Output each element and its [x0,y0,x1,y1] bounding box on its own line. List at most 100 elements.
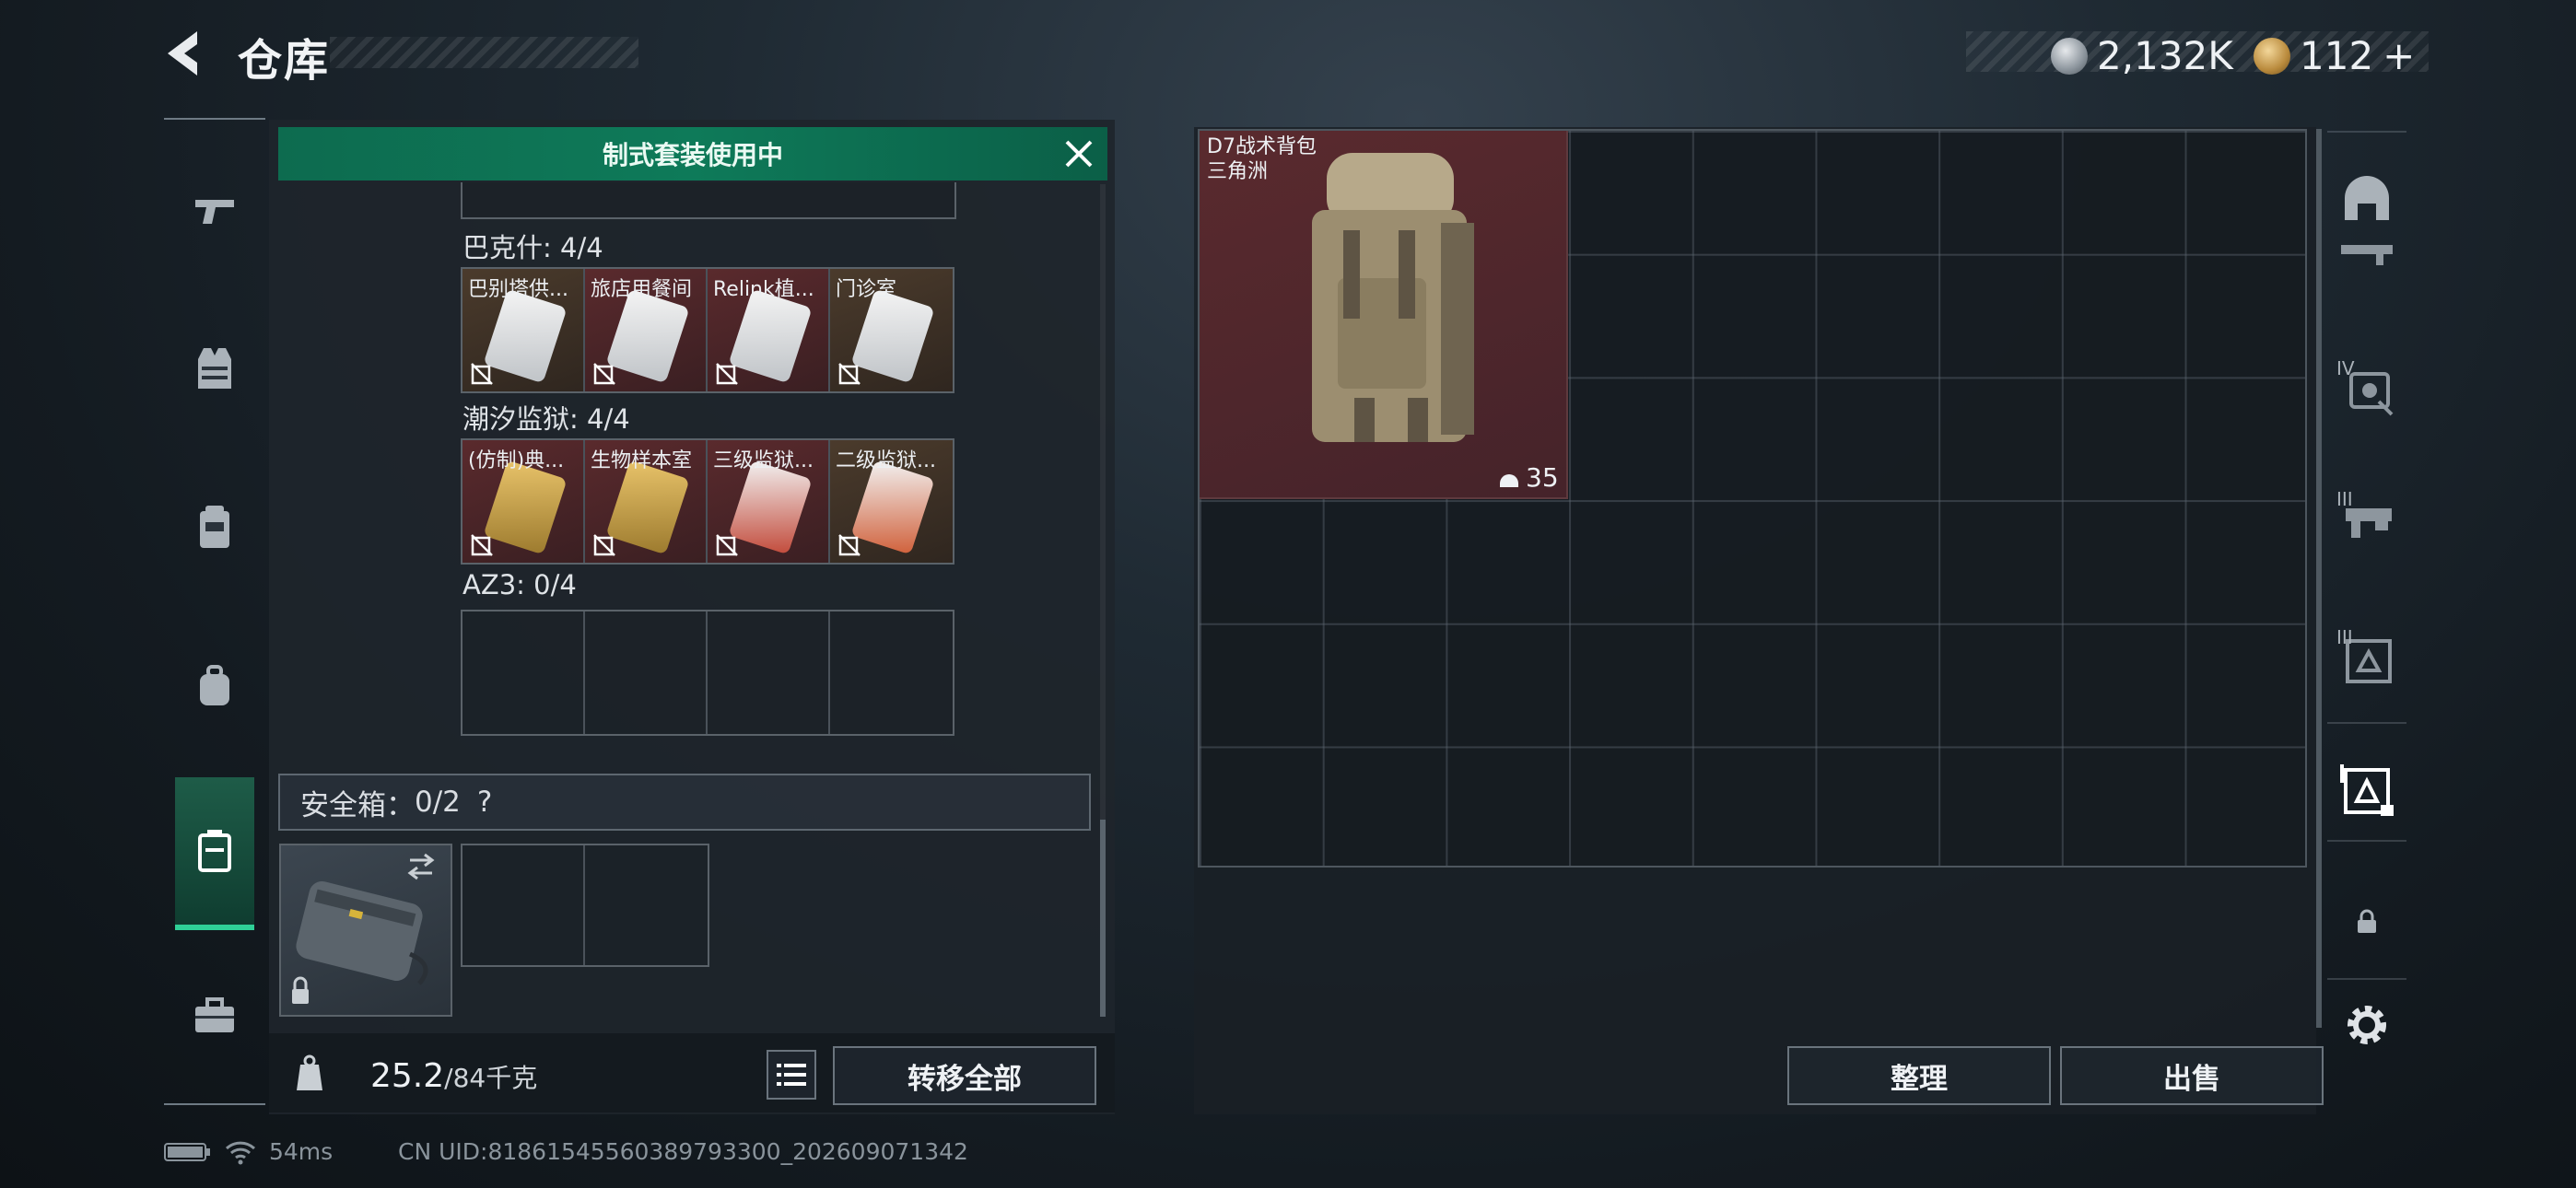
keycard-slot[interactable]: 巴别塔供... [463,269,585,391]
no-transfer-icon [593,363,615,385]
status-bar: 54ms [164,1138,333,1165]
keycard-icon [483,460,568,555]
keycard-icon [850,460,935,555]
empty-keycard-slot[interactable] [463,611,585,734]
lock-icon [2358,909,2376,933]
left-category-nav [164,118,265,1105]
help-button[interactable]: ? [477,786,492,819]
filter-armor-tier-4[interactable]: IV [2336,357,2395,418]
case-icon [198,830,231,872]
backpack-count: 35 [1526,462,1559,493]
nav-weapons[interactable] [164,142,265,280]
filter-weapon-tier-3[interactable]: III [2336,488,2395,549]
filter-safe-box-active[interactable] [2338,761,2395,818]
right-filter-nav: IV III III [2327,131,2406,1052]
nav-safe-box[interactable] [175,777,254,930]
safe-box-count: 0/2 [415,786,461,819]
empty-safe-slot[interactable] [463,845,585,965]
back-arrow-icon [168,31,197,76]
transfer-all-button[interactable]: 转移全部 [833,1046,1096,1105]
keycard-slot[interactable]: Relink植... [708,269,830,391]
sell-button[interactable]: 出售 [2060,1046,2324,1105]
keycard-grid: 巴别塔供... 旅店用餐间 Relink植... 门诊室 [461,267,954,393]
locked-slot [2338,893,2395,950]
scrollbar-thumb[interactable] [1100,820,1106,1017]
empty-keycard-slot[interactable] [830,611,953,734]
chest-rig-icon [200,506,229,548]
title-decoration [330,37,638,68]
backpack-item[interactable] [1200,131,1568,499]
keycard-name: 旅店用餐间 [591,278,693,301]
keycard-name: 二级监狱... [836,449,936,472]
helmet-icon [1500,473,1518,487]
keycard-slot[interactable]: (仿制)典... [463,440,585,563]
divider [2327,131,2406,133]
keycard-slot[interactable]: 门诊室 [830,269,953,391]
scrolled-card-row [461,182,956,219]
keycard-name: (仿制)典... [468,449,565,472]
keycard-name: 门诊室 [836,278,897,301]
right-nav-scrollbar[interactable] [2316,129,2322,1028]
add-gold-button[interactable]: + [2383,33,2415,78]
keycard-name: 三级监狱... [713,449,814,472]
keycard-slot[interactable]: 旅店用餐间 [585,269,708,391]
safe-case-icon [292,853,435,1004]
keycard-name: 巴别塔供... [468,278,568,301]
silver-currency[interactable]: 2,132K [2051,33,2233,78]
nav-backpack[interactable] [164,617,265,755]
user-id: CN UID:8186154556038979330​0_20260907134… [398,1138,968,1165]
helmet-icon [2345,176,2389,220]
list-view-button[interactable] [767,1050,816,1100]
sort-button[interactable]: 整理 [1787,1046,2051,1105]
safe-box-empty-slots [461,844,709,967]
divider [2327,840,2406,842]
keycard-icon [728,288,813,384]
vest-icon [198,348,231,389]
keycard-icon [605,460,690,555]
filter-weapon-partial[interactable] [2338,243,2395,271]
section-label: 潮汐监狱: 4/4 [463,403,630,435]
wifi-icon [225,1141,256,1164]
safe-box-slot[interactable] [279,844,452,1017]
filter-case-tier-3[interactable]: III [2336,626,2395,687]
tier-badge: III [2336,488,2353,510]
tier-badge: IV [2336,357,2355,379]
section-label: 巴克什: 4/4 [463,232,603,263]
safe-box-label: 安全箱： [300,788,415,822]
no-transfer-icon [593,534,615,556]
weight-current: 25.2 [370,1057,445,1095]
empty-safe-slot[interactable] [585,845,708,965]
keycard-slot[interactable]: 三级监狱... [708,440,830,563]
backpack-name: D7战术背包 [1207,135,1317,158]
gold-currency[interactable]: 112 + [2254,33,2415,78]
keycard-icon [850,288,935,384]
keycard-slot[interactable]: 生物样本室 [585,440,708,563]
no-transfer-icon [838,363,861,385]
nav-armor[interactable] [164,300,265,438]
nav-toolbox[interactable] [164,947,265,1085]
kit-status-banner: 制式套装使用中 [278,127,1107,181]
silver-amount: 2,132K [2097,33,2233,78]
nav-chest-rig[interactable] [164,459,265,597]
keycard-icon [483,288,568,384]
no-transfer-icon [838,534,861,556]
settings-button[interactable] [2338,996,2395,1054]
ping-readout: 54ms [269,1138,334,1165]
empty-keycard-slot[interactable] [585,611,708,734]
tactical-backpack-icon [1312,153,1474,442]
back-button[interactable] [158,26,214,81]
weight-icon [289,1054,330,1094]
gear-icon [2348,1006,2386,1044]
kit-banner-close-button[interactable] [1060,134,1098,173]
empty-keycard-slot[interactable] [708,611,830,734]
safe-box-icon [2340,764,2394,816]
filter-helmet[interactable] [2338,168,2395,225]
gold-coin-icon [2254,37,2290,75]
backpack-name-block: D7战术背包 三角洲 [1207,134,1317,184]
gold-amount: 112 [2300,33,2374,78]
safe-box-header: 安全箱： 0/2 ? [278,774,1091,831]
keycard-slot[interactable]: 二级监狱... [830,440,953,563]
no-transfer-icon [716,534,738,556]
keycard-grid [461,610,954,736]
battery-icon [164,1142,210,1161]
